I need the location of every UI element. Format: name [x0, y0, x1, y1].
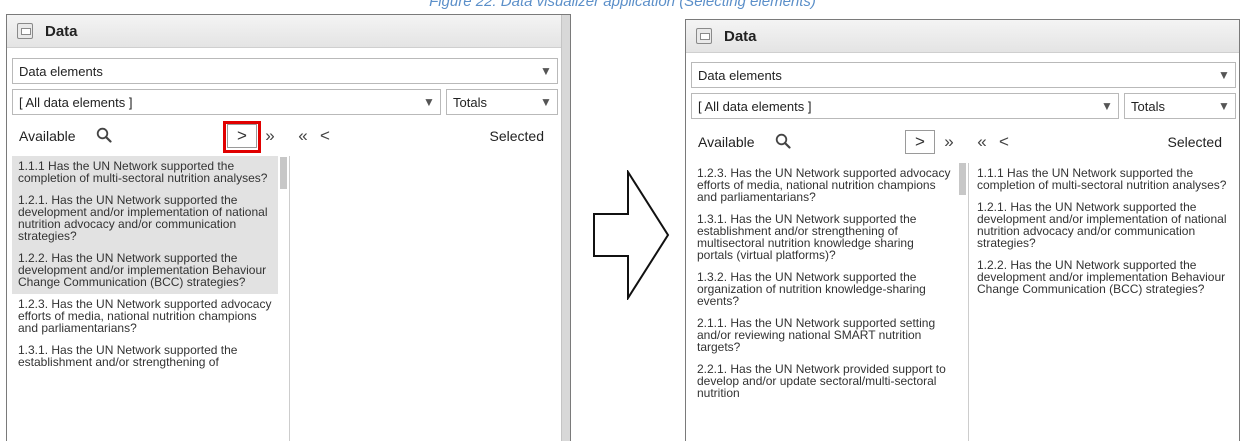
- data-group-value: [ All data elements ]: [698, 98, 812, 114]
- available-label: Available: [19, 128, 76, 144]
- panel-header[interactable]: Data: [7, 15, 570, 48]
- totals-select[interactable]: Totals ▼: [1124, 93, 1236, 119]
- deselect-all-button[interactable]: «: [971, 130, 993, 154]
- list-item[interactable]: 1.2.3. Has the UN Network supported advo…: [691, 163, 957, 209]
- selected-list[interactable]: [291, 156, 558, 441]
- deselect-all-button[interactable]: «: [292, 124, 314, 148]
- list-item[interactable]: 1.2.3. Has the UN Network supported advo…: [12, 294, 278, 340]
- chevron-down-icon[interactable]: ▼: [418, 90, 440, 114]
- chevron-down-icon[interactable]: ▼: [535, 90, 557, 114]
- data-type-select[interactable]: Data elements ▼: [12, 58, 558, 84]
- list-item[interactable]: 2.1.1. Has the UN Network supported sett…: [691, 313, 957, 359]
- list-item[interactable]: 1.2.2. Has the UN Network supported the …: [12, 248, 278, 294]
- list-item[interactable]: 1.3.1. Has the UN Network supported the …: [12, 340, 278, 374]
- data-group-select[interactable]: [ All data elements ] ▼: [691, 93, 1119, 119]
- data-panel-after: Data Data elements ▼ [ All data elements…: [685, 19, 1240, 441]
- list-item[interactable]: 1.1.1 Has the UN Network supported the c…: [12, 156, 278, 190]
- list-item[interactable]: 1.3.1. Has the UN Network supported the …: [691, 209, 957, 267]
- deselect-one-button[interactable]: <: [993, 130, 1015, 154]
- data-group-select[interactable]: [ All data elements ] ▼: [12, 89, 441, 115]
- data-group-value: [ All data elements ]: [19, 94, 133, 110]
- totals-value: Totals: [453, 94, 487, 110]
- chevron-down-icon[interactable]: ▼: [535, 59, 557, 83]
- data-icon: [696, 28, 712, 44]
- panel-header[interactable]: Data: [686, 20, 1239, 53]
- data-panel-before: Data Data elements ▼ [ All data elements…: [6, 14, 571, 441]
- list-item[interactable]: 1.2.2. Has the UN Network supported the …: [971, 255, 1236, 301]
- chevron-down-icon[interactable]: ▼: [1213, 94, 1235, 118]
- selector-toolbar: Available > » « < Selected: [7, 121, 558, 151]
- list-divider: [968, 163, 969, 441]
- figure-caption: Figure 22: Data visualizer application (…: [429, 0, 816, 10]
- data-type-value: Data elements: [19, 63, 103, 79]
- select-all-button[interactable]: »: [938, 130, 960, 154]
- chevron-down-icon[interactable]: ▼: [1213, 63, 1235, 87]
- right-arrow-icon: [593, 170, 670, 300]
- panel-scrollbar[interactable]: [561, 15, 570, 441]
- selected-list[interactable]: 1.1.1 Has the UN Network supported the c…: [971, 163, 1236, 441]
- list-item[interactable]: 1.2.1. Has the UN Network supported the …: [971, 197, 1236, 255]
- list-item[interactable]: 1.2.1. Has the UN Network supported the …: [12, 190, 278, 248]
- select-all-button[interactable]: »: [259, 124, 281, 148]
- selector-toolbar: Available > » « < Selected: [686, 127, 1236, 157]
- search-icon[interactable]: [96, 127, 112, 143]
- available-list[interactable]: 1.2.3. Has the UN Network supported advo…: [691, 163, 957, 441]
- data-type-value: Data elements: [698, 67, 782, 83]
- available-scrollbar-thumb[interactable]: [959, 163, 966, 195]
- selected-label: Selected: [489, 128, 544, 144]
- panel-title: Data: [45, 22, 78, 40]
- list-item[interactable]: 1.3.2. Has the UN Network supported the …: [691, 267, 957, 313]
- list-item[interactable]: 2.2.1. Has the UN Network provided suppo…: [691, 359, 957, 405]
- available-scrollbar-thumb[interactable]: [280, 157, 287, 189]
- totals-value: Totals: [1131, 98, 1165, 114]
- highlight-box: [223, 121, 261, 153]
- selected-label: Selected: [1167, 134, 1222, 150]
- panel-title: Data: [724, 27, 757, 45]
- list-item[interactable]: 1.1.1 Has the UN Network supported the c…: [971, 163, 1236, 197]
- data-icon: [17, 23, 33, 39]
- deselect-one-button[interactable]: <: [314, 124, 336, 148]
- select-one-button[interactable]: >: [905, 130, 935, 154]
- available-list[interactable]: 1.1.1 Has the UN Network supported the c…: [12, 156, 278, 441]
- available-label: Available: [698, 134, 755, 150]
- totals-select[interactable]: Totals ▼: [446, 89, 558, 115]
- search-icon[interactable]: [775, 133, 791, 149]
- chevron-down-icon[interactable]: ▼: [1096, 94, 1118, 118]
- data-type-select[interactable]: Data elements ▼: [691, 62, 1236, 88]
- list-divider: [289, 156, 290, 441]
